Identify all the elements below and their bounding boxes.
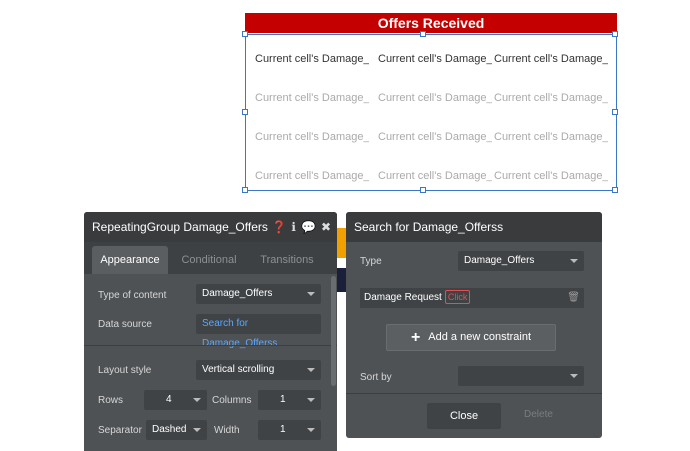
separator-dropdown[interactable]: Dashed	[146, 420, 207, 440]
width-label: Width	[214, 425, 240, 436]
resize-handle[interactable]	[420, 187, 426, 193]
sort-by-dropdown[interactable]	[458, 366, 584, 386]
resize-handle[interactable]	[612, 109, 618, 115]
plus-icon: +	[410, 329, 421, 346]
close-button[interactable]: Close	[427, 403, 501, 429]
chevron-down-icon	[307, 428, 315, 432]
background-element	[337, 268, 346, 292]
resize-handle[interactable]	[612, 31, 618, 37]
resize-handle[interactable]	[612, 187, 618, 193]
add-constraint-label: Add a new constraint	[428, 331, 532, 343]
rows-stepper[interactable]: 4	[144, 390, 207, 410]
panel-header: RepeatingGroup Damage_Offers ❓ ℹ 💬 ✖	[84, 212, 337, 242]
type-label: Type	[360, 256, 382, 267]
search-panel-title: Search for Damage_Offerss	[346, 212, 602, 242]
rg-cell: Current cell's Damage_...	[378, 170, 492, 182]
width-value: 1	[280, 424, 286, 435]
rg-cell: Current cell's Damage_...	[494, 131, 608, 143]
separator-value: Dashed	[152, 424, 187, 435]
search-panel: Search for Damage_Offerss Type Damage_Of…	[346, 212, 602, 438]
type-dropdown[interactable]: Damage_Offers	[458, 251, 584, 271]
constraint-field: Damage Request	[364, 292, 442, 303]
editor-canvas: Offers Received Current cell's Damage_..…	[0, 0, 690, 451]
help-icon[interactable]: ❓	[271, 220, 286, 234]
layout-style-value: Vertical scrolling	[202, 364, 275, 375]
sort-by-label: Sort by	[360, 372, 392, 383]
rg-cell: Current cell's Damage_...	[378, 53, 492, 65]
columns-value: 1	[280, 394, 286, 405]
type-value: Damage_Offers	[464, 255, 535, 266]
rows-label: Rows	[98, 395, 124, 406]
repeating-group[interactable]: Current cell's Damage_... Current cell's…	[242, 31, 618, 193]
separator-label: Separator	[98, 425, 142, 436]
tab-transitions[interactable]: Transitions	[254, 246, 320, 274]
info-icon[interactable]: ℹ	[291, 220, 296, 234]
data-source-label: Data source	[98, 319, 152, 330]
add-constraint-button[interactable]: + Add a new constraint	[386, 324, 556, 351]
type-of-content-label: Type of content	[98, 290, 167, 301]
type-of-content-dropdown[interactable]: Damage_Offers	[196, 284, 321, 304]
resize-handle[interactable]	[242, 187, 248, 193]
data-source-field[interactable]: Search for Damage_Offerss	[196, 314, 321, 349]
chevron-down-icon	[193, 428, 201, 432]
columns-label: Columns	[212, 395, 252, 406]
rg-cell: Current cell's Damage_...	[378, 131, 492, 143]
width-stepper[interactable]: 1	[258, 420, 321, 440]
resize-handle[interactable]	[242, 109, 248, 115]
chevron-down-icon	[307, 398, 315, 402]
rg-cell: Current cell's Damage_...	[378, 92, 492, 104]
rows-value: 4	[166, 394, 172, 405]
panel-title: RepeatingGroup Damage_Offers	[92, 220, 268, 234]
layout-style-dropdown[interactable]: Vertical scrolling	[196, 360, 321, 380]
tab-appearance[interactable]: Appearance	[92, 246, 168, 274]
chevron-down-icon	[307, 368, 315, 372]
rg-cell: Current cell's Damage_...	[494, 92, 608, 104]
section-divider	[84, 345, 337, 346]
constraint-click-tag[interactable]: Click	[444, 290, 471, 304]
chevron-down-icon	[307, 292, 315, 296]
resize-handle[interactable]	[420, 31, 426, 37]
panel-scrollbar[interactable]	[331, 276, 336, 386]
close-icon[interactable]: ✖	[321, 220, 331, 234]
rg-cell: Current cell's Damage_...	[255, 92, 369, 104]
rg-cell: Current cell's Damage_...	[494, 53, 608, 65]
chevron-down-icon	[570, 374, 578, 378]
rg-cell: Current cell's Damage_...	[255, 131, 369, 143]
constraint-row[interactable]: Damage Request Click 🗑	[360, 288, 584, 308]
chevron-down-icon	[193, 398, 201, 402]
columns-stepper[interactable]: 1	[258, 390, 321, 410]
property-editor-panel: RepeatingGroup Damage_Offers ❓ ℹ 💬 ✖ Appear…	[84, 212, 337, 451]
rg-cell: Current cell's Damage_...	[255, 53, 369, 65]
rg-cell: Current cell's Damage_...	[494, 170, 608, 182]
delete-button[interactable]: Delete	[524, 409, 553, 420]
type-of-content-value: Damage_Offers	[202, 288, 273, 299]
background-element	[337, 228, 346, 258]
trash-icon[interactable]: 🗑	[567, 288, 580, 308]
rg-cell: Current cell's Damage_...	[255, 170, 369, 182]
tab-bar: Appearance Conditional Transitions	[84, 242, 337, 274]
comment-icon[interactable]: 💬	[301, 220, 316, 234]
layout-style-label: Layout style	[98, 365, 152, 376]
section-divider	[346, 393, 602, 394]
tab-conditional[interactable]: Conditional	[176, 246, 242, 274]
offers-received-header[interactable]: Offers Received	[245, 13, 617, 33]
resize-handle[interactable]	[242, 31, 248, 37]
chevron-down-icon	[570, 259, 578, 263]
